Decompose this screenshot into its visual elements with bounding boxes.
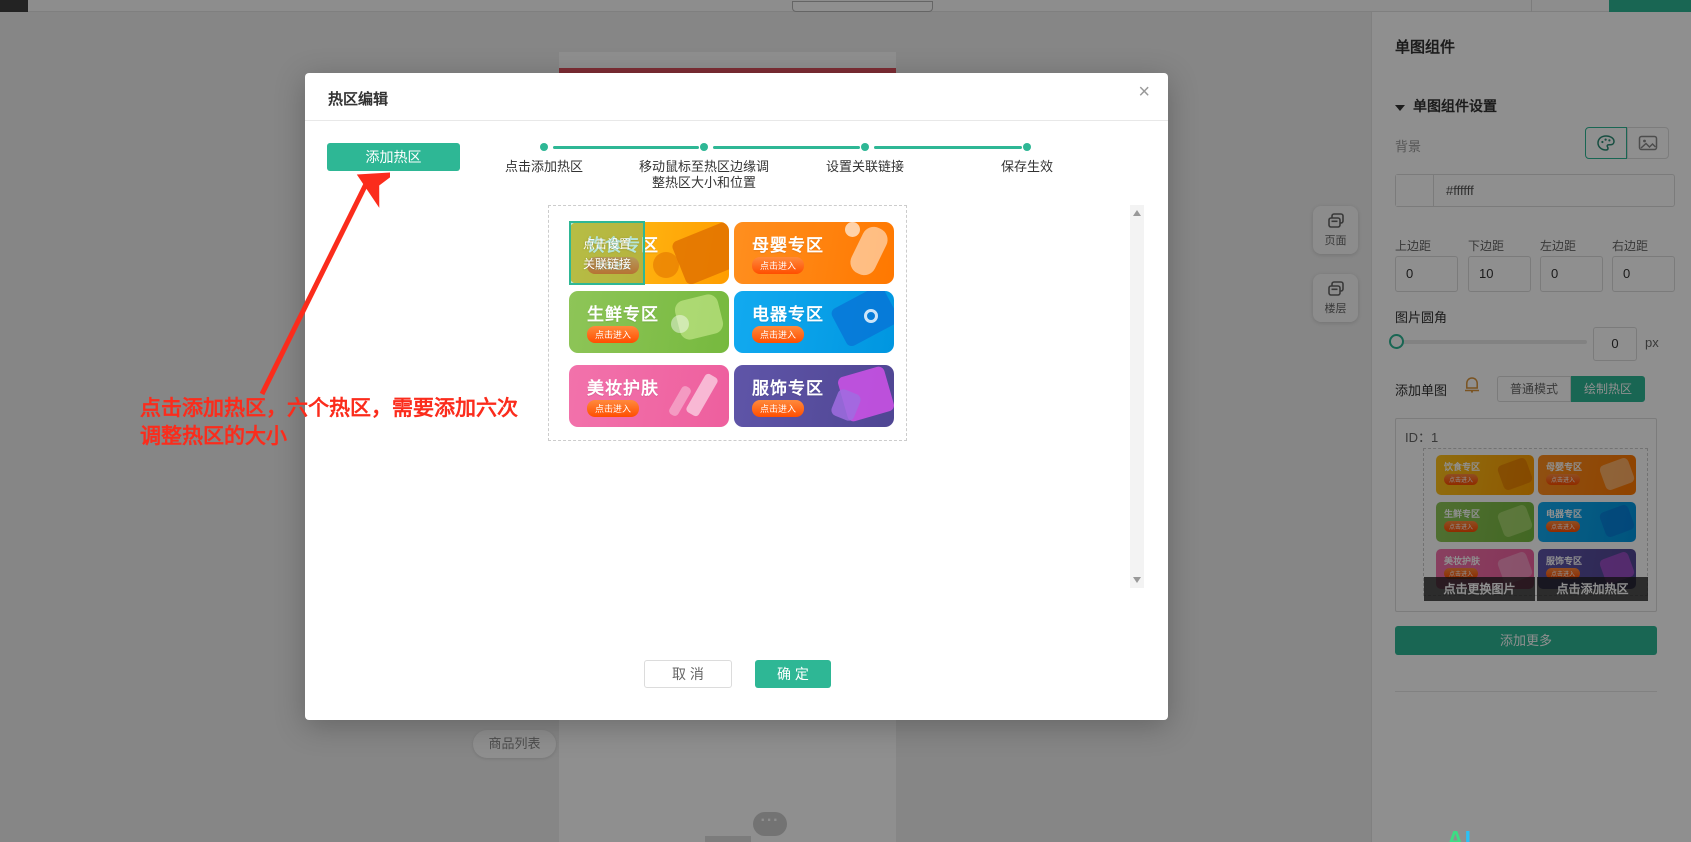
step-line (713, 146, 860, 149)
annotation-arrow (240, 166, 390, 401)
step-line (553, 146, 699, 149)
tile-badge: 点击进入 (587, 326, 639, 343)
step-line (874, 146, 1022, 149)
tile-beauty: 美妆护肤 点击进入 (569, 365, 729, 427)
tile-title: 生鲜专区 (587, 300, 659, 325)
step-label-2: 移动鼠标至热区边缘调整热区大小和位置 (634, 159, 774, 191)
scroll-down-icon[interactable] (1133, 577, 1141, 583)
tile-badge: 点击进入 (752, 400, 804, 417)
step-label-4: 保存生效 (952, 159, 1102, 175)
hotspot-image-container[interactable]: 饮食专区 点击进入 母婴专区 点击进入 生鲜专区 点击进入 电器专区 点击进入 … (548, 205, 907, 441)
scroll-up-icon[interactable] (1133, 210, 1141, 216)
brand-logo: AI (1447, 826, 1472, 842)
confirm-button[interactable]: 确 定 (755, 660, 831, 688)
step-dot (861, 143, 869, 151)
modal-title: 热区编辑 (328, 88, 388, 109)
tile-baby: 母婴专区 点击进入 (734, 222, 894, 284)
tile-title: 母婴专区 (752, 231, 824, 256)
tile-clothing: 服饰专区 点击进入 (734, 365, 894, 427)
tile-fresh: 生鲜专区 点击进入 (569, 291, 729, 353)
tile-title: 美妆护肤 (587, 374, 659, 399)
step-dot (540, 143, 548, 151)
modal-header-divider (305, 120, 1168, 121)
tile-badge: 点击进入 (587, 400, 639, 417)
hotspot-hint-line2: 关联链接 (571, 255, 643, 272)
step-label-1: 点击添加热区 (469, 159, 619, 175)
step-dot (1023, 143, 1031, 151)
cancel-button[interactable]: 取 消 (644, 660, 732, 688)
tile-title: 电器专区 (752, 300, 824, 325)
hotspot-region[interactable]: 点击设置 关联链接 (569, 221, 645, 285)
hotspot-hint-line1: 点击设置 (571, 235, 643, 252)
tile-title: 服饰专区 (752, 374, 824, 399)
annotation-text-line2: 调整热区的大小 (140, 420, 287, 450)
tile-electronics: 电器专区 点击进入 (734, 291, 894, 353)
step-dot (700, 143, 708, 151)
close-icon[interactable]: × (1138, 82, 1150, 102)
tile-badge: 点击进入 (752, 326, 804, 343)
modal-scrollbar[interactable] (1130, 205, 1144, 588)
tile-badge: 点击进入 (752, 257, 804, 274)
step-label-3: 设置关联链接 (790, 159, 940, 175)
